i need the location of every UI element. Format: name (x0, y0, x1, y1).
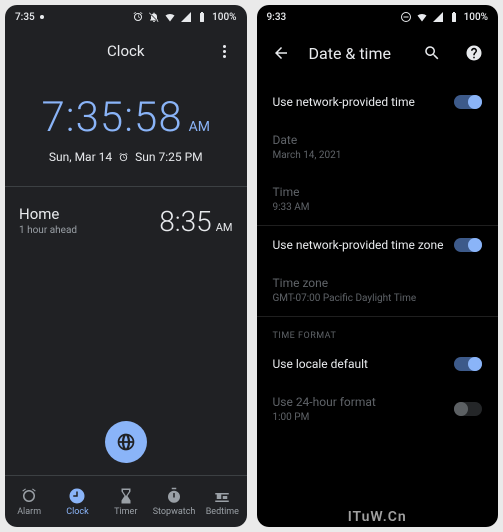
next-alarm: Sun 7:25 PM (135, 150, 203, 164)
alarm-icon (118, 152, 129, 163)
globe-icon (116, 432, 136, 452)
world-ampm: AM (216, 221, 233, 234)
settings-screen: 9:33 100% Date & time Use network-provid… (257, 5, 499, 527)
world-time: 8:35 (159, 205, 211, 238)
nav-stopwatch[interactable]: Stopwatch (150, 476, 198, 527)
status-time: 7:35 (15, 12, 35, 23)
network-time-toggle[interactable] (454, 95, 482, 109)
divider (5, 186, 247, 187)
signal-icon (432, 11, 444, 23)
assistant-dot-icon (40, 15, 44, 19)
setting-label: Use network-provided time zone (273, 238, 455, 252)
world-clock-row[interactable]: Home 1 hour ahead 8:35 AM (5, 195, 247, 248)
setting-label: Use locale default (273, 357, 455, 371)
setting-timezone: Time zone GMT-07:00 Pacific Daylight Tim… (257, 264, 499, 316)
back-arrow-icon (272, 44, 290, 62)
settings-title: Date & time (309, 44, 405, 63)
setting-24hour: Use 24-hour format 1:00 PM (257, 383, 499, 435)
status-bar: 7:35 100% (5, 5, 247, 29)
bottom-nav: Alarm Clock Timer Stopwatch Bedtime (5, 475, 247, 527)
main-clock: 7:35:58 AM Sun, Mar 14 Sun 7:25 PM (5, 73, 247, 178)
setting-label: Time (273, 185, 483, 199)
app-title: Clock (107, 42, 144, 60)
nav-timer[interactable]: Timer (102, 476, 150, 527)
add-city-fab[interactable] (105, 421, 147, 463)
bedtime-tab-icon (213, 487, 231, 505)
setting-value: 9:33 AM (273, 202, 483, 213)
main-date: Sun, Mar 14 (49, 150, 112, 164)
network-tz-toggle[interactable] (454, 238, 482, 252)
setting-label: Use network-provided time (273, 95, 455, 109)
setting-network-time[interactable]: Use network-provided time (257, 83, 499, 121)
mute-icon (148, 11, 160, 23)
nav-timer-label: Timer (114, 507, 137, 517)
overflow-menu-button[interactable] (213, 39, 237, 63)
alarm-status-icon (132, 11, 144, 23)
battery-icon (196, 11, 208, 23)
locale-toggle[interactable] (454, 357, 482, 371)
dnd-icon (400, 11, 412, 23)
nav-clock[interactable]: Clock (53, 476, 101, 527)
battery-level: 100% (464, 12, 488, 23)
settings-header: Date & time (257, 29, 499, 77)
main-ampm: AM (189, 119, 210, 135)
setting-label: Time zone (273, 276, 483, 290)
stopwatch-tab-icon (165, 487, 183, 505)
signal-icon (180, 11, 192, 23)
nav-bedtime[interactable]: Bedtime (198, 476, 246, 527)
back-button[interactable] (267, 39, 295, 67)
setting-label: Date (273, 133, 483, 147)
battery-level: 100% (212, 12, 236, 23)
nav-bedtime-label: Bedtime (206, 507, 239, 517)
status-time: 9:33 (267, 12, 287, 23)
timer-tab-icon (117, 487, 135, 505)
app-header: Clock (5, 29, 247, 73)
clock-tab-icon (68, 487, 86, 505)
h24-toggle (454, 402, 482, 416)
setting-locale-default[interactable]: Use locale default (257, 345, 499, 383)
setting-time: Time 9:33 AM (257, 173, 499, 225)
watermark: ITuW.Cn (257, 509, 499, 525)
help-button[interactable] (460, 39, 488, 67)
alarm-tab-icon (20, 487, 38, 505)
nav-alarm-label: Alarm (17, 507, 41, 517)
wifi-icon (416, 11, 428, 23)
nav-stopwatch-label: Stopwatch (153, 507, 196, 517)
setting-date: Date March 14, 2021 (257, 121, 499, 173)
section-time-format: Time format (257, 317, 499, 345)
search-icon (423, 44, 441, 62)
more-vert-icon (223, 45, 226, 58)
battery-icon (448, 11, 460, 23)
nav-clock-label: Clock (66, 507, 88, 517)
settings-list: Use network-provided time Date March 14,… (257, 77, 499, 435)
nav-alarm[interactable]: Alarm (5, 476, 53, 527)
setting-value: 1:00 PM (273, 412, 455, 423)
main-time: 7:35:58 (42, 93, 183, 142)
wifi-icon (164, 11, 176, 23)
help-icon (465, 44, 483, 62)
setting-label: Use 24-hour format (273, 395, 455, 409)
setting-value: March 14, 2021 (273, 150, 483, 161)
setting-value: GMT-07:00 Pacific Daylight Time (273, 293, 483, 304)
status-bar: 9:33 100% (257, 5, 499, 29)
world-offset: 1 hour ahead (19, 225, 77, 236)
setting-network-timezone[interactable]: Use network-provided time zone (257, 226, 499, 264)
world-city: Home (19, 205, 77, 223)
search-button[interactable] (418, 39, 446, 67)
clock-app-screen: 7:35 100% Clock 7:35:58 AM Sun, Mar 14 Su… (5, 5, 247, 527)
